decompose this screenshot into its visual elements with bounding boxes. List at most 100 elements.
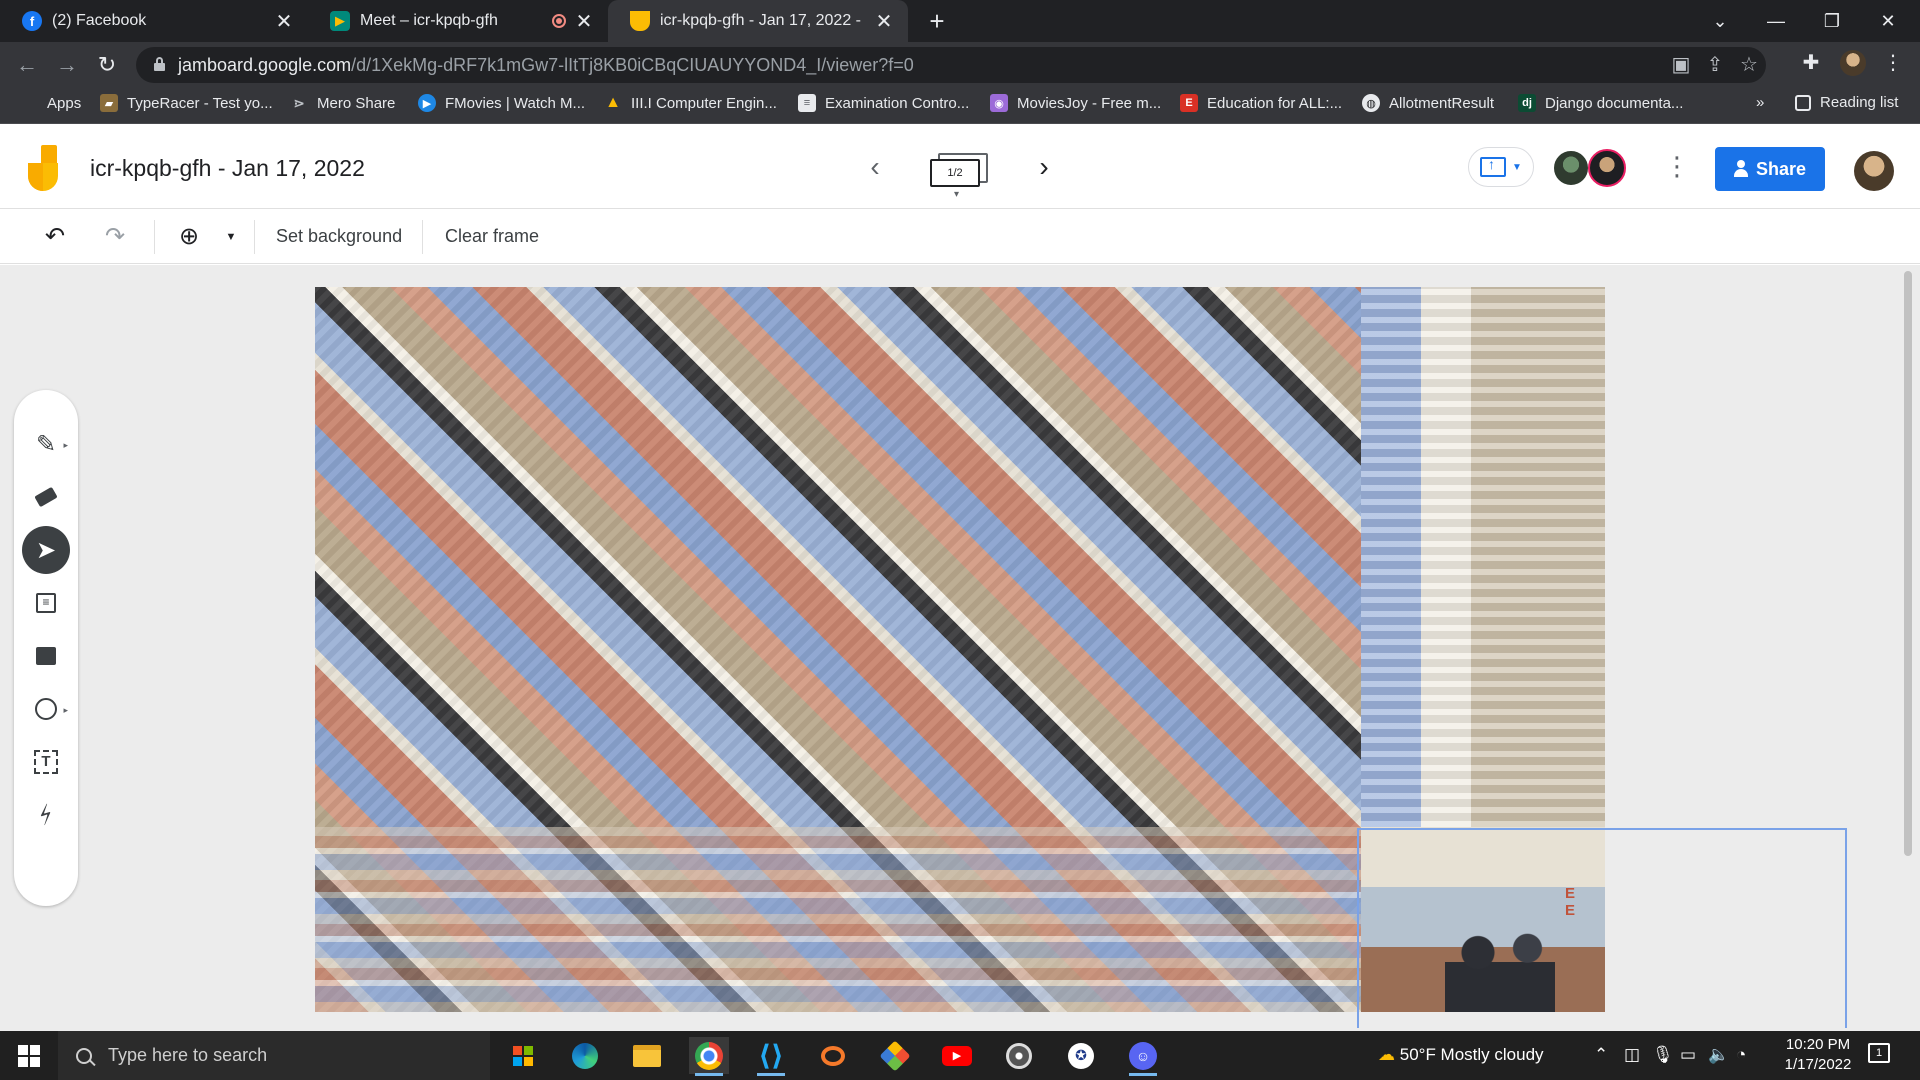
pen-tool[interactable]: ✎ ▸	[22, 420, 70, 468]
app-launcher-icon[interactable]: ✪	[1061, 1037, 1101, 1074]
more-options-icon[interactable]: ⋮	[1664, 153, 1690, 179]
bookmark-label: FMovies | Watch M...	[445, 94, 586, 112]
clear-frame-button[interactable]: Clear frame	[445, 226, 539, 247]
close-tab-icon[interactable]: ✕	[274, 9, 294, 34]
bookmark-label: Education for ALL:...	[1207, 94, 1343, 112]
collaborator-avatar[interactable]	[1552, 149, 1590, 187]
forward-button[interactable]: →	[52, 50, 82, 80]
account-avatar[interactable]	[1854, 151, 1894, 191]
more-bookmarks-button[interactable]: »	[1756, 94, 1764, 111]
new-tab-button[interactable]: +	[922, 6, 952, 37]
laser-tool[interactable]: ⚡	[22, 791, 70, 839]
bookmark-typeracer[interactable]: ▰ TypeRacer - Test yo...	[100, 94, 273, 112]
close-tab-icon[interactable]: ✕	[874, 9, 894, 34]
tab-jamboard[interactable]: icr-kpqb-gfh - Jan 17, 2022 - Goo ✕	[608, 0, 908, 42]
bookmark-education[interactable]: E Education for ALL:...	[1180, 94, 1342, 112]
reading-list-button[interactable]: Reading list	[1795, 94, 1898, 111]
edge-app-icon[interactable]	[565, 1037, 605, 1074]
store-app-icon[interactable]	[503, 1037, 543, 1074]
url-text[interactable]: jamboard.google.com/d/1XekMg-dRF7k1mGw7-…	[178, 55, 914, 76]
sticky-note-tool[interactable]: ≡	[22, 579, 70, 627]
notification-center-icon[interactable]: 1	[1868, 1043, 1890, 1063]
lock-icon[interactable]	[154, 57, 165, 71]
bookmark-star-icon[interactable]: ☆	[1736, 52, 1762, 77]
wifi-icon[interactable]: ◔	[1736, 1045, 1746, 1065]
profile-avatar[interactable]	[1838, 50, 1868, 82]
person-icon	[1733, 160, 1748, 177]
set-background-button[interactable]: Set background	[276, 226, 402, 247]
blender-app-icon[interactable]	[813, 1037, 853, 1074]
bookmark-label: Examination Contro...	[825, 94, 970, 112]
vertical-scrollbar[interactable]	[1904, 271, 1912, 856]
show-hidden-icons-icon[interactable]: ⌃	[1594, 1045, 1608, 1065]
chrome-app-icon[interactable]	[689, 1037, 729, 1076]
selection-outline[interactable]	[1357, 828, 1847, 1028]
bookmark-django[interactable]: dj Django documenta...	[1518, 94, 1683, 112]
windows-start-icon[interactable]	[18, 1045, 40, 1067]
bookmark-examination[interactable]: ≡ Examination Contro...	[798, 94, 969, 112]
next-frame-button[interactable]: ›	[1029, 151, 1059, 183]
zoom-dropdown-icon[interactable]: ▼	[216, 222, 246, 252]
notification-count: 1	[1875, 1047, 1883, 1059]
circle-tool[interactable]: ▸	[22, 685, 70, 733]
present-button[interactable]: ▼	[1468, 147, 1534, 187]
zoom-icon[interactable]: ⊕	[174, 222, 204, 252]
collaborator-avatar[interactable]	[1588, 149, 1626, 187]
extensions-icon[interactable]: ✚	[1796, 50, 1826, 75]
bookmark-moviesjoy[interactable]: ◉ MoviesJoy - Free m...	[990, 94, 1161, 112]
tab-meet[interactable]: ▶ Meet – icr-kpqb-gfh ✕	[308, 0, 608, 42]
battery-icon[interactable]: ▭	[1680, 1045, 1696, 1065]
media-player-icon[interactable]	[999, 1037, 1039, 1074]
meet-camera-icon[interactable]: ◫	[1624, 1045, 1640, 1065]
partly-cloudy-icon: ☁	[1378, 1045, 1395, 1064]
vscode-app-icon[interactable]: ⟨⟩	[751, 1037, 791, 1076]
jam-title[interactable]: icr-kpqb-gfh - Jan 17, 2022	[90, 155, 365, 182]
share-button[interactable]: Share	[1715, 147, 1825, 191]
mero-share-icon: ⋗	[293, 94, 305, 111]
previous-frame-button[interactable]: ‹	[860, 151, 890, 183]
jamboard-logo[interactable]	[28, 145, 62, 191]
restore-button[interactable]: ❐	[1804, 0, 1860, 42]
bookmark-apps[interactable]: Apps	[20, 94, 81, 112]
git-app-icon[interactable]	[875, 1037, 915, 1074]
meet-icon: ▶	[330, 11, 350, 31]
reload-button[interactable]: ↻	[92, 50, 122, 80]
microphone-icon[interactable]: 🎙	[1652, 1045, 1674, 1065]
eraser-icon	[34, 486, 58, 508]
close-tab-icon[interactable]: ✕	[574, 9, 594, 34]
expand-icon: ▸	[63, 440, 68, 450]
undo-icon[interactable]: ↶	[40, 222, 70, 252]
clock[interactable]: 10:20 PM 1/17/2022	[1768, 1035, 1868, 1075]
redo-icon[interactable]: ↷	[100, 222, 130, 252]
eraser-tool[interactable]	[22, 473, 70, 521]
share-page-icon[interactable]: ⇪	[1702, 52, 1728, 77]
youtube-app-icon[interactable]: ▶	[937, 1037, 977, 1074]
browser-toolbar: ← → ↻ jamboard.google.com/d/1XekMg-dRF7k…	[0, 42, 1920, 88]
bookmark-fmovies[interactable]: ▶ FMovies | Watch M...	[418, 94, 585, 112]
tab-facebook[interactable]: f (2) Facebook ✕	[0, 0, 308, 42]
volume-icon[interactable]: 🔈	[1708, 1045, 1729, 1065]
address-bar[interactable]: jamboard.google.com/d/1XekMg-dRF7k1mGw7-…	[136, 47, 1766, 83]
browser-menu-icon[interactable]: ⋮	[1878, 50, 1908, 75]
close-window-button[interactable]: ✕	[1860, 0, 1916, 42]
bookmark-computer-engineering[interactable]: ▲ III.I Computer Engin...	[604, 94, 777, 112]
back-button[interactable]: ←	[12, 50, 42, 80]
clock-date: 1/17/2022	[1784, 1056, 1852, 1073]
search-icon	[76, 1047, 92, 1064]
bookmark-label: III.I Computer Engin...	[631, 94, 777, 112]
tab-search-icon[interactable]: ⌄	[1692, 0, 1748, 42]
taskbar-search-box[interactable]: Type here to search	[58, 1031, 490, 1080]
file-explorer-icon[interactable]	[627, 1037, 667, 1074]
weather-widget[interactable]: ☁ 50°F Mostly cloudy	[1378, 1045, 1544, 1065]
discord-app-icon[interactable]: ☺	[1123, 1037, 1163, 1076]
bookmark-allotment[interactable]: ◍ AllotmentResult	[1362, 94, 1494, 112]
select-tool[interactable]: ➤	[22, 526, 70, 574]
frame-bar-toggle[interactable]: 1/2 ▾	[930, 153, 988, 200]
building-facade-texture	[1361, 287, 1605, 827]
bookmark-mero-share[interactable]: ⋗ Mero Share	[290, 94, 395, 112]
text-box-tool[interactable]: T	[22, 738, 70, 786]
cast-blocked-icon[interactable]: ▣	[1668, 52, 1694, 77]
facebook-icon: f	[22, 11, 42, 31]
add-image-tool[interactable]	[22, 632, 70, 680]
minimize-button[interactable]: —	[1748, 0, 1804, 42]
